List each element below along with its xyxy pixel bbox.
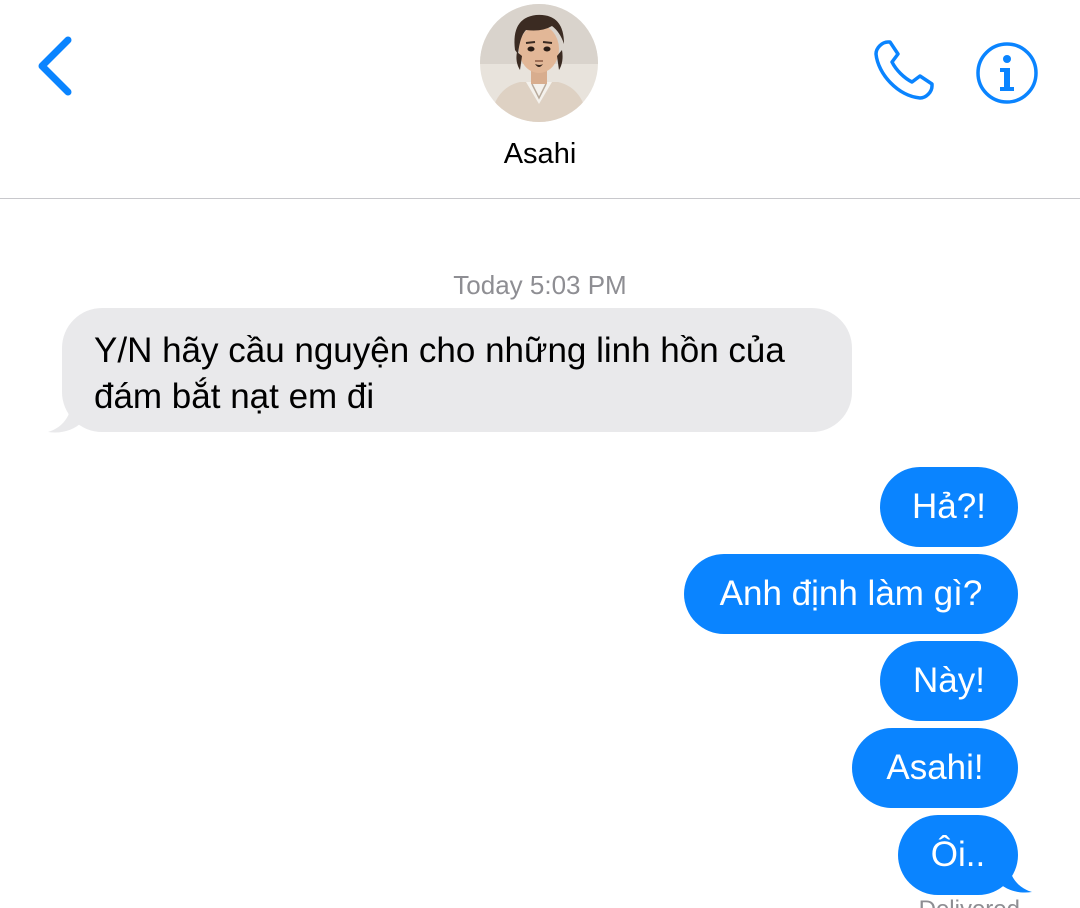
info-icon bbox=[976, 42, 1038, 104]
info-button[interactable] bbox=[974, 40, 1040, 106]
sent-message-bubble[interactable]: Anh định làm gì? bbox=[684, 554, 1018, 634]
contact-avatar-illustration bbox=[480, 4, 598, 122]
phone-icon bbox=[874, 40, 934, 100]
contact-name[interactable]: Asahi bbox=[0, 138, 1080, 171]
delivery-status: Delivered bbox=[880, 896, 1020, 908]
message-timestamp: Today 5:03 PM bbox=[453, 270, 627, 300]
call-button[interactable] bbox=[868, 36, 942, 106]
sent-message-bubble[interactable]: Hả?! bbox=[880, 467, 1018, 547]
message-text-line: đám bắt nạt em đi bbox=[94, 377, 375, 416]
back-button[interactable] bbox=[30, 30, 90, 102]
sent-message-bubble[interactable]: Ôi.. bbox=[898, 815, 1018, 895]
conversation-header: Asahi bbox=[0, 0, 1080, 199]
sent-message-bubble[interactable]: Này! bbox=[880, 641, 1018, 721]
avatar[interactable] bbox=[480, 4, 598, 122]
sent-message-bubble[interactable]: Asahi! bbox=[852, 728, 1018, 808]
message-text-line: Y/N hãy cầu nguyện cho những linh hồn củ… bbox=[94, 331, 785, 370]
messages-screen: Asahi Today 5:03 PM Y/N hãy cầu nguyện c… bbox=[0, 0, 1080, 908]
received-message-bubble[interactable]: Y/N hãy cầu nguyện cho những linh hồn củ… bbox=[62, 308, 852, 432]
chevron-left-icon bbox=[38, 36, 72, 96]
